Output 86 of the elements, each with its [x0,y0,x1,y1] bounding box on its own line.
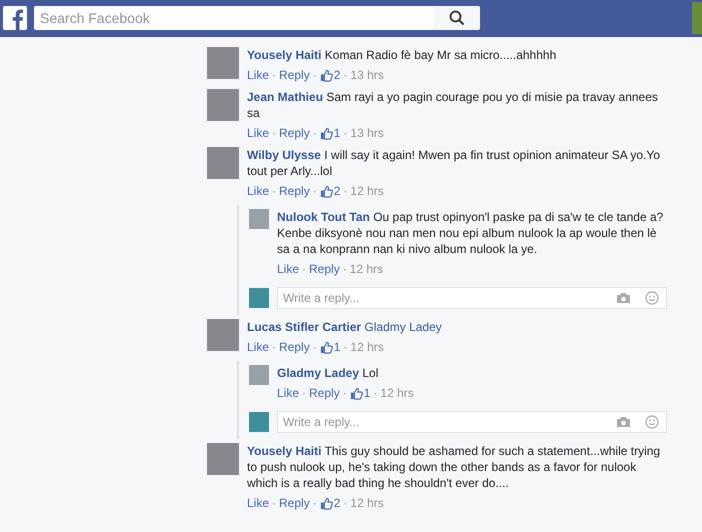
avatar-photo-placeholder [207,319,239,351]
timestamp: 12 hrs [350,495,384,511]
separator-dot: · [312,495,317,511]
separator-dot: · [272,183,276,199]
reply-field[interactable]: Write a reply... [277,287,667,309]
separator-dot: · [272,125,276,141]
smiley-icon[interactable] [645,415,659,429]
timestamp: 12 hrs [380,385,414,401]
avatar-photo-placeholder [249,209,269,229]
separator-dot: · [343,339,348,355]
like-count[interactable]: 2 [320,67,340,83]
author-link[interactable]: Yousely Haiti [247,48,322,62]
separator-dot: · [302,385,306,401]
like-link[interactable]: Like [277,385,300,401]
comment-text: Nulook Tout Tan Ou pap trust opinyon'l paske pa di sa'w te cle tande a? Kenbe diksyonè nou nan men nou epi album nulook la ap woule then lè sa a na konprann nan ki nivo album nulook la ye. [277,209,664,257]
thumbs-up-icon [320,340,333,354]
reply-link[interactable]: Reply [279,125,310,141]
comment-text: Yousely Haiti Koman Radio fè bay Mr sa micro.....ahhhhh [247,47,558,63]
reply-link[interactable]: Reply [279,183,310,199]
avatar-photo-placeholder [249,365,269,385]
separator-dot: · [272,67,276,83]
search-field[interactable]: Search Facebook [34,6,434,30]
author-link[interactable]: Gladmy Ladey [277,366,360,380]
mention-link[interactable]: Gladmy Ladey [364,320,442,334]
like-link[interactable]: Like [247,339,270,355]
like-link[interactable]: Like [247,495,270,511]
thumbs-up-icon [320,126,333,140]
like-link[interactable]: Like [247,183,270,199]
like-count[interactable]: 2 [320,183,340,199]
timestamp: 13 hrs [350,125,384,141]
timestamp: 13 hrs [350,67,384,83]
search-button[interactable] [434,6,480,30]
like-count[interactable]: 2 [320,495,340,511]
comment-text: Wilby Ulysse I will say it again! Mwen pa fin trust opinion animateur SA yo.Yo tout per Arly...lol [247,147,661,179]
avatar-photo-placeholder [207,47,239,79]
separator-dot: · [312,339,317,355]
thumbs-up-icon [320,184,333,198]
page-logo-placeholder [249,412,269,432]
page-logo-placeholder [249,288,269,308]
avatar-photo-placeholder [207,147,239,179]
thumbs-up-icon [350,386,363,400]
author-link[interactable]: Lucas Stifler Cartier [247,320,362,334]
like-count[interactable]: 1 [320,339,340,355]
separator-dot: · [272,495,276,511]
camera-icon[interactable] [616,292,631,304]
separator-dot: · [343,67,348,83]
thumbs-up-icon [320,68,333,82]
separator-dot: · [272,339,276,355]
like-link[interactable]: Like [247,125,270,141]
like-link[interactable]: Like [277,261,300,277]
comment-text: Jean Mathieu Sam rayi a yo pagin courage pou yo di misie pa travay annees sa [247,89,659,121]
author-link[interactable]: Jean Mathieu [247,90,324,104]
like-link[interactable]: Like [247,67,270,83]
author-link[interactable]: Yousely Haiti [247,444,322,458]
separator-dot: · [342,261,347,277]
timestamp: 12 hrs [350,261,384,277]
reply-link[interactable]: Reply [279,67,310,83]
avatar-photo-placeholder [207,89,239,121]
smiley-icon[interactable] [645,291,659,305]
author-link[interactable]: Nulook Tout Tan [277,210,370,224]
avatar-photo-placeholder [207,443,239,475]
comment-text: Gladmy Ladey Lol [277,365,380,381]
separator-dot: · [302,261,306,277]
separator-dot: · [343,125,348,141]
separator-dot: · [342,385,347,401]
author-link[interactable]: Wilby Ulysse [247,148,321,162]
separator-dot: · [373,385,378,401]
reply-link[interactable]: Reply [309,261,340,277]
thumbs-up-icon [320,496,333,510]
like-count[interactable]: 1 [320,125,340,141]
reply-link[interactable]: Reply [279,339,310,355]
reply-link[interactable]: Reply [309,385,340,401]
separator-dot: · [312,67,317,83]
separator-dot: · [312,125,317,141]
separator-dot: · [343,183,348,199]
separator-dot: · [343,495,348,511]
separator-dot: · [312,183,317,199]
search-icon [449,10,465,26]
reply-field[interactable]: Write a reply... [277,411,667,433]
camera-icon[interactable] [616,416,631,428]
comment-text: Yousely Haiti This guy should be ashamed for such a statement...while trying to push nulook up, he's taking down the other bands as a favor for nulook which is a really bad thing he shouldn't ever do.... [247,443,662,491]
reply-link[interactable]: Reply [279,495,310,511]
timestamp: 12 hrs [350,339,384,355]
timestamp: 12 hrs [350,183,384,199]
like-count[interactable]: 1 [350,385,370,401]
facebook-logo-icon[interactable] [3,6,27,30]
